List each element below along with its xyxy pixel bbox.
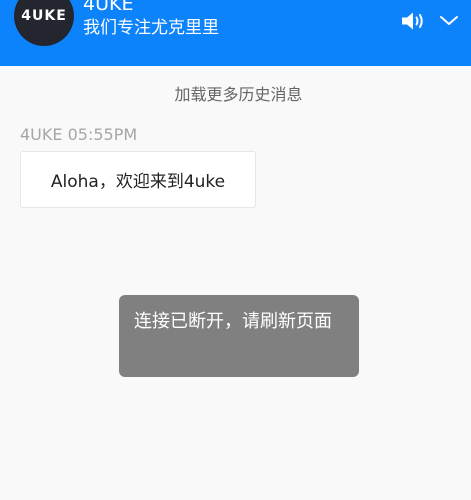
message-text: Aloha，欢迎来到4uke [50,172,226,192]
toast-message: 连接已断开，请刷新页面 [134,311,332,332]
agent-name: 4UKE [83,0,134,15]
speaker-volume-icon [402,12,423,30]
load-more-history-link[interactable]: 加载更多历史消息 [0,84,471,106]
collapse-button[interactable] [438,12,460,30]
message-sender-time: 4UKE 05:55PM [20,125,138,144]
agent-tagline: 我们专注尤克里里 [83,18,219,38]
chat-header: 4UKE 4UKE 我们专注尤克里里 [0,0,471,66]
chevron-down-icon [440,16,458,25]
sound-toggle-button[interactable] [399,9,427,33]
connection-lost-toast: 连接已断开，请刷新页面 [119,295,359,377]
avatar: 4UKE [14,0,74,46]
chat-window: 4UKE 4UKE 我们专注尤克里里 加载更多历史消息 4UKE 05:55PM… [0,0,471,500]
brand-logo: 4UKE [21,8,67,24]
message-bubble: Aloha，欢迎来到4uke [20,151,256,208]
